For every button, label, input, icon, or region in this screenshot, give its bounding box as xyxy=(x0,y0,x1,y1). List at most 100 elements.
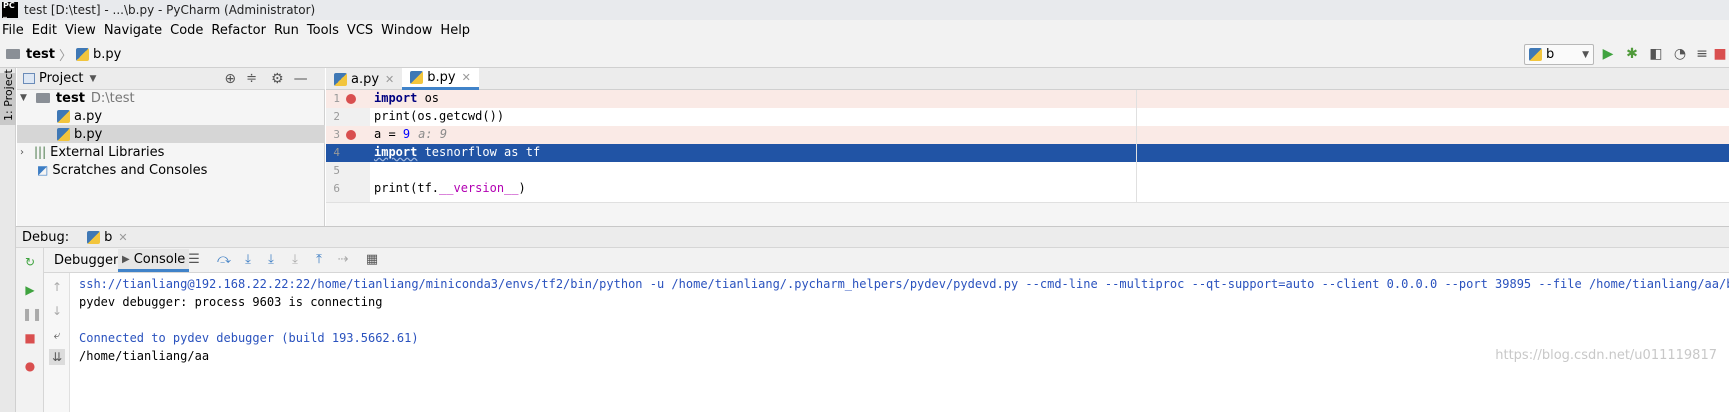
breadcrumb-separator-icon: 〉 xyxy=(58,48,72,64)
tab-b-py[interactable]: b.py ✕ xyxy=(402,68,479,90)
menu-code[interactable]: Code xyxy=(168,23,209,38)
stop-icon[interactable]: ■ xyxy=(1711,45,1729,63)
run-icon[interactable]: ▶ xyxy=(1599,45,1617,63)
up-arrow-icon[interactable]: ↑ xyxy=(49,279,65,295)
coverage-icon[interactable]: ◧ xyxy=(1647,45,1665,63)
window-title: test [D:\test] - ...\b.py - PyCharm (Adm… xyxy=(24,3,316,17)
console-line: /home/tianliang/aa xyxy=(79,349,210,363)
debug-label: Debug: xyxy=(22,229,70,245)
debug-icon[interactable]: ✱ xyxy=(1623,45,1641,63)
profile-icon[interactable]: ◔ xyxy=(1671,45,1689,63)
tree-item-label: a.py xyxy=(74,108,103,124)
breadcrumb-file[interactable]: b.py xyxy=(93,47,121,62)
menu-refactor[interactable]: Refactor xyxy=(209,23,272,38)
rerun-icon[interactable]: ↻ xyxy=(22,254,38,270)
tree-item-b-py[interactable]: b.py xyxy=(17,125,325,143)
menu-help[interactable]: Help xyxy=(438,23,476,38)
project-pane-header: Project ▼ ⊕ ≑ ⚙ — xyxy=(17,68,325,90)
hide-icon[interactable]: — xyxy=(294,71,308,87)
console-icon: ▶ xyxy=(122,253,130,265)
step-into-my-code-icon[interactable]: ⤓ xyxy=(263,252,279,268)
menu-view[interactable]: View xyxy=(63,23,102,38)
line-number: 1 xyxy=(333,92,340,105)
locate-icon[interactable]: ⊕ xyxy=(224,71,236,87)
menu-window[interactable]: Window xyxy=(379,23,438,38)
debug-header: Debug: b ✕ xyxy=(16,226,1729,248)
tab-a-py[interactable]: a.py ✕ xyxy=(326,68,402,90)
breadcrumb-project[interactable]: test xyxy=(26,47,55,62)
menu-lines-icon[interactable]: ☰ xyxy=(186,252,202,268)
code-line[interactable]: 5 xyxy=(326,162,1729,180)
scroll-to-end-icon[interactable]: ⇊ xyxy=(49,349,65,365)
chevron-down-icon[interactable]: ▼ xyxy=(20,93,27,103)
menu-bar: File Edit View Navigate Code Refactor Ru… xyxy=(0,20,1729,41)
step-over-icon[interactable]: ⤼ xyxy=(216,252,232,268)
editor-bottom-area xyxy=(326,202,1729,226)
close-icon[interactable]: ✕ xyxy=(118,231,127,244)
tree-item-a-py[interactable]: a.py xyxy=(17,107,325,125)
debug-session-tab[interactable]: b ✕ xyxy=(87,230,128,245)
project-pane-title[interactable]: Project xyxy=(39,71,83,86)
code-line[interactable]: 3 a = 9 a: 9 xyxy=(326,126,1729,144)
step-into-icon[interactable]: ⤓ xyxy=(240,252,256,268)
project-tool-window-button[interactable]: 1: Project xyxy=(0,69,16,125)
code-text: import os xyxy=(374,91,440,105)
chevron-down-icon: ▼ xyxy=(1582,49,1589,60)
breakpoint-icon[interactable] xyxy=(346,130,356,140)
gear-icon[interactable]: ⚙ xyxy=(271,71,284,87)
tree-item-root-path: D:\test xyxy=(90,90,135,106)
chevron-right-icon[interactable]: › xyxy=(20,147,24,158)
pause-icon[interactable]: ❚❚ xyxy=(22,306,42,322)
collapse-all-icon[interactable]: ≑ xyxy=(246,71,257,86)
tab-console[interactable]: ▶ Console xyxy=(118,249,190,272)
tree-item-external-libraries[interactable]: › ||| External Libraries xyxy=(17,143,325,161)
tree-item-label: b.py xyxy=(74,126,103,142)
code-line[interactable]: 1 import os xyxy=(326,90,1729,108)
concurrency-icon[interactable]: ≡ xyxy=(1693,45,1711,63)
menu-run[interactable]: Run xyxy=(272,23,305,38)
menu-file[interactable]: File xyxy=(0,23,30,38)
line-number: 3 xyxy=(333,128,340,141)
console-output[interactable]: ssh://tianliang@192.168.22.22:22/home/ti… xyxy=(70,273,1729,412)
tree-item-root-name: test xyxy=(55,90,85,106)
code-line[interactable]: 6 print(tf.__version__) xyxy=(326,180,1729,198)
run-configuration-select[interactable]: b ▼ xyxy=(1524,44,1594,65)
line-number: 4 xyxy=(333,146,340,159)
evaluate-expression-icon[interactable]: ▦ xyxy=(364,252,380,268)
force-step-into-icon[interactable]: ⤓ xyxy=(287,252,303,268)
python-file-icon xyxy=(57,127,70,141)
step-out-icon[interactable]: ⤒ xyxy=(311,252,327,268)
menu-tools[interactable]: Tools xyxy=(305,23,345,38)
chevron-down-icon[interactable]: ▼ xyxy=(89,74,96,84)
resume-icon[interactable]: ▶ xyxy=(22,282,38,298)
stop-icon[interactable]: ■ xyxy=(22,330,38,346)
right-margin-guide xyxy=(1136,90,1137,202)
code-text: print(os.getcwd()) xyxy=(374,109,505,123)
menu-navigate[interactable]: Navigate xyxy=(102,23,168,38)
tree-item-label: Scratches and Consoles xyxy=(52,162,208,178)
code-line-current[interactable]: 4 import tesnorflow as tf xyxy=(326,144,1729,162)
tab-debugger[interactable]: Debugger xyxy=(50,249,122,272)
pycharm-logo-icon: PC _ xyxy=(2,2,18,18)
scratches-icon: ◩ xyxy=(37,163,49,177)
menu-vcs[interactable]: VCS xyxy=(345,23,379,38)
code-line[interactable]: 2 print(os.getcwd()) xyxy=(326,108,1729,126)
python-file-icon xyxy=(1529,48,1542,61)
tree-item-label: External Libraries xyxy=(50,144,165,160)
run-to-cursor-icon[interactable]: ⇢ xyxy=(335,252,351,268)
python-file-icon xyxy=(57,109,70,123)
run-configuration-value: b xyxy=(1546,47,1555,62)
down-arrow-icon[interactable]: ↓ xyxy=(49,303,65,319)
library-icon: ||| xyxy=(34,145,47,159)
close-icon[interactable]: ✕ xyxy=(385,73,394,86)
tree-item-root[interactable]: ▼ test D:\test xyxy=(17,89,325,107)
tree-item-scratches[interactable]: ◩ Scratches and Consoles xyxy=(17,161,325,179)
breadcrumb: test 〉 b.py xyxy=(6,45,121,64)
breakpoint-icon[interactable] xyxy=(346,94,356,104)
line-number: 2 xyxy=(333,110,340,123)
menu-edit[interactable]: Edit xyxy=(30,23,63,38)
soft-wrap-icon[interactable]: ⤶ xyxy=(49,327,65,343)
view-breakpoints-icon[interactable]: ● xyxy=(22,358,38,374)
close-icon[interactable]: ✕ xyxy=(462,71,471,84)
navigation-bar: test 〉 b.py b ▼ ▶ ✱ ◧ ◔ ≡ ■ xyxy=(0,41,1729,68)
